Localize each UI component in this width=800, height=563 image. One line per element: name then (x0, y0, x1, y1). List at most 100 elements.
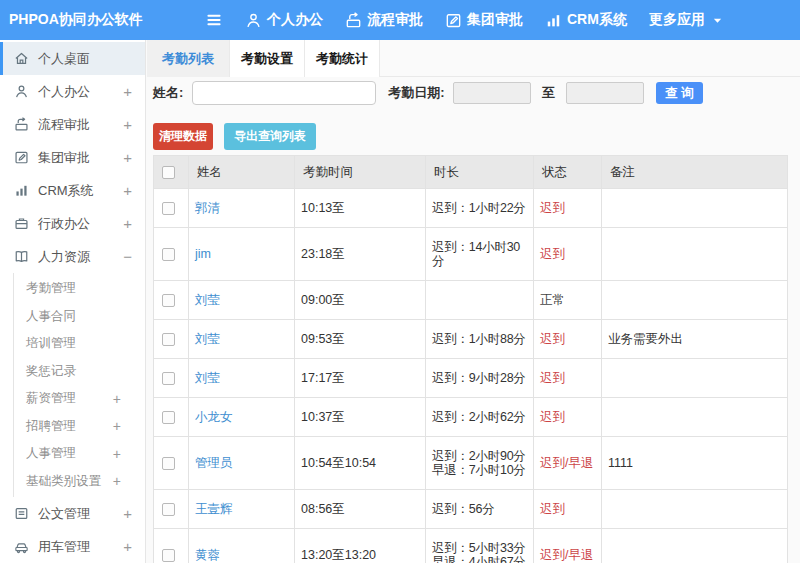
sidebar-item-admin-office[interactable]: 行政办公+ (0, 207, 145, 240)
sidebar-item-label: 用车管理 (38, 538, 90, 556)
flow-icon (14, 117, 29, 132)
main-content: 考勤列表考勤设置考勤统计 姓名: 考勤日期: 至 查 询 清理数据 导出查询列表… (147, 40, 800, 563)
attendance-time: 13:20至13:20 (295, 529, 426, 563)
action-row: 清理数据 导出查询列表 (147, 123, 800, 150)
nav-more-apps[interactable]: 更多应用 (649, 11, 724, 29)
note (602, 529, 788, 563)
search-button[interactable]: 查 询 (656, 82, 703, 104)
sidebar-subitem-training-management[interactable]: 培训管理 (14, 330, 145, 358)
sidebar-subitem-label: 考勤管理 (26, 280, 76, 297)
sidebar-subitem-personnel-contract[interactable]: 人事合同 (14, 303, 145, 331)
to-label: 至 (542, 84, 555, 102)
sidebar-subitem-reward-punishment[interactable]: 奖惩记录 (14, 358, 145, 386)
attendance-time: 17:17至 (295, 359, 426, 398)
col-header: 状态 (534, 156, 602, 189)
tab-attendance-list[interactable]: 考勤列表 (147, 40, 230, 77)
attendance-time: 08:56至 (295, 490, 426, 529)
sidebar-item-human-resources[interactable]: 人力资源− (0, 240, 145, 273)
nav-workflow-approval[interactable]: 流程审批 (345, 11, 423, 29)
tab-attendance-stats[interactable]: 考勤统计 (305, 40, 380, 77)
sidebar-item-workflow-approval[interactable]: 流程审批+ (0, 108, 145, 141)
sidebar-item-crm-system[interactable]: CRM系统+ (0, 174, 145, 207)
note (602, 281, 788, 320)
flow-icon (345, 12, 362, 29)
row-checkbox[interactable] (162, 333, 175, 346)
expand-icon: + (123, 83, 132, 100)
sidebar-item-label: 集团审批 (38, 149, 90, 167)
note (602, 398, 788, 437)
date-label: 考勤日期: (388, 84, 444, 102)
employee-name-link[interactable]: 刘莹 (195, 371, 220, 385)
chart-icon (14, 183, 29, 198)
tab-attendance-settings[interactable]: 考勤设置 (229, 40, 305, 77)
col-header: 时长 (426, 156, 534, 189)
sidebar-item-vehicle-management[interactable]: 用车管理+ (0, 530, 145, 563)
sidebar-item-personal-office[interactable]: 个人办公 + (0, 75, 145, 108)
nav-label: 集团审批 (467, 11, 523, 29)
table-row: jim23:18至迟到：14小时30分迟到 (154, 228, 788, 281)
note (602, 228, 788, 281)
menu-toggle-icon[interactable] (205, 11, 223, 29)
sidebar-subitem-recruitment-management[interactable]: 招聘管理 + (14, 413, 145, 441)
row-checkbox[interactable] (162, 202, 175, 215)
attendance-table: 姓名考勤时间时长状态备注 郭清10:13至迟到：1小时22分迟到jim23:18… (153, 155, 788, 563)
row-checkbox[interactable] (162, 411, 175, 424)
clean-data-button[interactable]: 清理数据 (153, 123, 213, 150)
date-to-input[interactable] (566, 82, 644, 104)
employee-name-link[interactable]: 刘莹 (195, 293, 220, 307)
status-badge: 迟到/早退 (540, 456, 593, 470)
note: 业务需要外出 (602, 320, 788, 359)
nav-crm-system[interactable]: CRM系统 (545, 11, 627, 29)
attendance-time: 23:18至 (295, 228, 426, 281)
employee-name-link[interactable]: 黄蓉 (195, 548, 220, 562)
attendance-time: 10:54至10:54 (295, 437, 426, 490)
nav-group-approval[interactable]: 集团审批 (445, 11, 523, 29)
expand-icon: + (113, 446, 121, 462)
date-from-input[interactable] (453, 82, 531, 104)
employee-name-link[interactable]: 王壹辉 (195, 502, 233, 516)
edit-icon (14, 150, 29, 165)
table-row: 刘莹09:53至迟到：1小时88分迟到业务需要外出 (154, 320, 788, 359)
sidebar-subitem-personnel-management[interactable]: 人事管理+ (14, 440, 145, 468)
sidebar-item-document-management[interactable]: 公文管理+ (0, 497, 145, 530)
app-title: PHPOA协同办公软件 (0, 11, 145, 29)
sidebar-subitem-label: 薪资管理 (26, 390, 76, 407)
sidebar-item-group-approval[interactable]: 集团审批+ (0, 141, 145, 174)
doc-icon (14, 506, 29, 521)
employee-name-link[interactable]: 小龙女 (195, 410, 233, 424)
employee-name-link[interactable]: 刘莹 (195, 332, 220, 346)
sidebar-subitem-label: 招聘管理 (26, 418, 76, 435)
home-icon (14, 51, 29, 66)
table-row: 刘莹09:00至正常 (154, 281, 788, 320)
sidebar-subitem-basic-category-settings[interactable]: 基础类别设置+ (14, 468, 145, 496)
duration: 迟到：5小时33分 早退：4小时67分 (426, 529, 534, 563)
nav-personal-office[interactable]: 个人办公 (245, 11, 323, 29)
employee-name-link[interactable]: 郭清 (195, 201, 220, 215)
sidebar-item-personal-desktop[interactable]: 个人桌面 (0, 42, 145, 75)
row-checkbox[interactable] (162, 457, 175, 470)
row-checkbox[interactable] (162, 503, 175, 516)
col-header: 姓名 (189, 156, 295, 189)
employee-name-link[interactable]: jim (195, 247, 211, 261)
row-checkbox[interactable] (162, 294, 175, 307)
nav-label: 流程审批 (367, 11, 423, 29)
name-input[interactable] (192, 81, 376, 105)
status-badge: 迟到 (540, 502, 565, 516)
row-checkbox[interactable] (162, 549, 175, 562)
sidebar-item-label: 个人办公 (38, 83, 90, 101)
book-icon (14, 249, 29, 264)
expand-icon: + (123, 505, 132, 522)
select-all-checkbox[interactable] (162, 166, 175, 179)
sidebar-subitem-attendance-management[interactable]: 考勤管理 (14, 275, 145, 303)
sidebar-subitem-salary-management[interactable]: 薪资管理+ (14, 385, 145, 413)
sidebar: 个人桌面个人办公+流程审批+集团审批+CRM系统+行政办公+人力资源−考勤管理人… (0, 40, 146, 563)
nav-label: 更多应用 (649, 11, 705, 29)
expand-icon: + (113, 418, 121, 434)
status-badge: 正常 (540, 293, 565, 307)
row-checkbox[interactable] (162, 248, 175, 261)
row-checkbox[interactable] (162, 372, 175, 385)
employee-name-link[interactable]: 管理员 (195, 456, 233, 470)
export-list-button[interactable]: 导出查询列表 (224, 123, 316, 150)
note (602, 490, 788, 529)
top-header: PHPOA协同办公软件 个人办公 流程审批 集团审批 CRM系统 更多应用 (0, 0, 800, 40)
